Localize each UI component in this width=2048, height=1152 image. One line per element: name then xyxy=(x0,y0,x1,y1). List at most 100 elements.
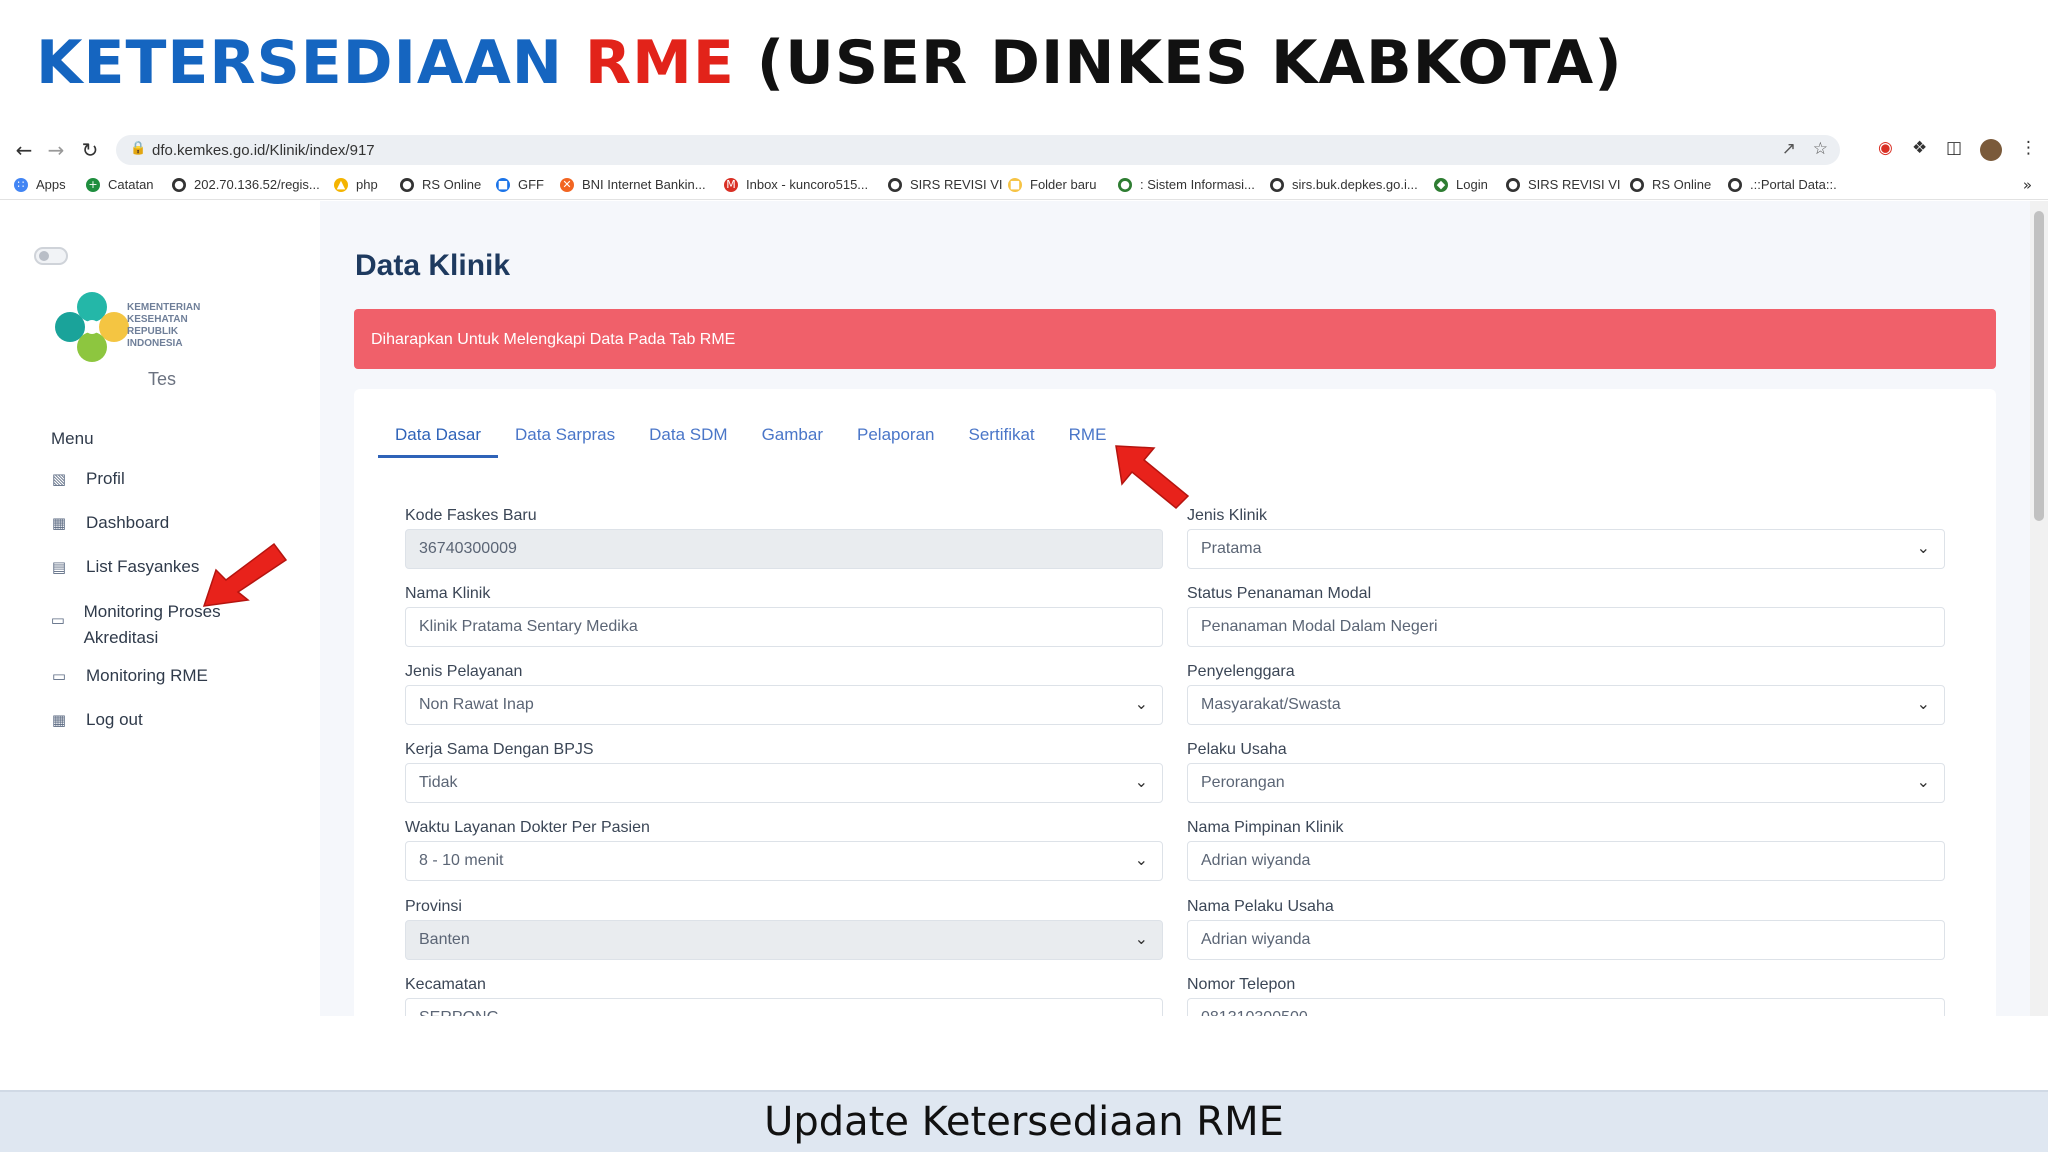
sidebar-item-monitoring-rme[interactable]: ▭ Monitoring RME xyxy=(50,663,208,689)
bookmark-item[interactable]: ■ GFF xyxy=(496,177,544,192)
field-label: Waktu Layanan Dokter Per Pasien xyxy=(405,819,650,836)
user-name: Tes xyxy=(148,369,177,389)
globe-icon: ● xyxy=(1270,177,1284,192)
field-waktu-layanan: Waktu Layanan Dokter Per Pasien 8 - 10 m… xyxy=(405,819,1163,881)
sidebar-item-dashboard[interactable]: ▦ Dashboard xyxy=(50,510,169,536)
sidebar-item-label: Log out xyxy=(86,710,143,729)
bookmark-label: Catatan xyxy=(108,177,154,192)
bookmark-item[interactable]: ●: Sistem Informasi... xyxy=(1118,177,1255,192)
field-pelaku-usaha: Pelaku Usaha Perorangan ⌄ xyxy=(1187,741,1945,803)
extension-eye-icon[interactable]: ◉ xyxy=(1878,138,1893,158)
field-label: Jenis Klinik xyxy=(1187,507,1268,524)
tab-gambar[interactable]: Gambar xyxy=(745,414,840,456)
bookmark-item[interactable]: ▲ php xyxy=(334,177,378,192)
bookmark-label: Apps xyxy=(36,177,66,192)
bookmark-label: Folder baru xyxy=(1030,177,1097,192)
annotation-arrow-icon xyxy=(202,542,288,607)
site-icon: ● xyxy=(1118,177,1132,192)
browser-toolbar: ← → ↻ 🔒 dfo.kemkes.go.id/Klinik/index/91… xyxy=(0,128,2048,172)
menu-heading: Menu xyxy=(51,429,94,448)
share-icon[interactable]: ↗ xyxy=(1782,139,1796,159)
bookmark-label: SIRS REVISI VI xyxy=(910,177,1003,192)
field-kecamatan: Kecamatan SERPONG xyxy=(405,976,1163,1016)
sidebar-toggle[interactable] xyxy=(34,247,68,265)
bookmark-item[interactable]: ● .::Portal Data::. xyxy=(1728,177,1837,192)
bookmark-item[interactable]: ■ Folder baru xyxy=(1008,177,1096,192)
field-label: Kerja Sama Dengan BPJS xyxy=(405,741,594,758)
sidebar-item-logout[interactable]: ▦ Log out xyxy=(50,707,143,733)
nomor-telepon-input[interactable]: 081310300500 xyxy=(1187,998,1945,1016)
nama-pimpinan-input[interactable]: Adrian wiyanda xyxy=(1187,841,1945,881)
field-label: Nomor Telepon xyxy=(1187,976,1296,993)
sidebar-item-label: Monitoring RME xyxy=(86,666,208,685)
bookmarks-overflow-icon[interactable]: » xyxy=(2023,176,2032,194)
chevron-down-icon: ⌄ xyxy=(1916,694,1930,713)
bookmark-item[interactable]: M Inbox - kuncoro515... xyxy=(724,177,868,192)
bookmark-item[interactable]: ● SIRS REVISI VI xyxy=(1506,177,1620,192)
logo-text: KEMENTERIAN KESEHATAN REPUBLIK INDONESIA xyxy=(127,302,201,349)
kebab-menu-icon[interactable]: ⋮ xyxy=(2020,138,2037,158)
tab-pelaporan[interactable]: Pelaporan xyxy=(840,414,952,456)
field-label: Nama Pimpinan Klinik xyxy=(1187,819,1344,836)
chevron-down-icon: ⌄ xyxy=(1134,850,1148,869)
field-jenis-klinik: Jenis Klinik Pratama ⌄ xyxy=(1187,507,1945,569)
bookmark-item[interactable]: ● 202.70.136.52/regis... xyxy=(172,177,320,192)
tab-data-dasar[interactable]: Data Dasar xyxy=(378,414,498,458)
field-label: Jenis Pelayanan xyxy=(405,663,523,680)
bookmark-item[interactable]: ∷ Apps xyxy=(14,177,66,192)
nama-pelaku-usaha-input[interactable]: Adrian wiyanda xyxy=(1187,920,1945,960)
profile-icon: ▧ xyxy=(51,470,67,488)
kerja-sama-bpjs-select[interactable]: Tidak ⌄ xyxy=(405,763,1163,803)
scrollbar-thumb[interactable] xyxy=(2034,211,2044,521)
slide-title-part1: KETERSEDIAAN xyxy=(36,28,564,98)
bookmark-item[interactable]: ✕ BNI Internet Bankin... xyxy=(560,177,706,192)
php-icon: ▲ xyxy=(334,177,348,192)
penyelenggara-select[interactable]: Masyarakat/Swasta ⌄ xyxy=(1187,685,1945,725)
globe-icon: ● xyxy=(400,177,414,192)
field-nama-klinik: Nama Klinik Klinik Pratama Sentary Medik… xyxy=(405,585,1163,647)
field-nama-pelaku-usaha: Nama Pelaku Usaha Adrian wiyanda xyxy=(1187,898,1945,960)
side-panel-icon[interactable]: ◫ xyxy=(1946,138,1962,158)
bookmark-star-icon[interactable]: ☆ xyxy=(1813,139,1828,159)
bookmark-item[interactable]: ● SIRS REVISI VI xyxy=(888,177,1002,192)
globe-icon: ● xyxy=(172,177,186,192)
page-scrollbar[interactable] xyxy=(2030,201,2048,1016)
field-label: Kode Faskes Baru xyxy=(405,507,537,524)
sidebar-item-list-fasyankes[interactable]: ▤ List Fasyankes xyxy=(50,554,199,580)
dashboard-grid-icon: ▦ xyxy=(51,514,67,532)
bookmark-item[interactable]: ● sirs.buk.depkes.go.i... xyxy=(1270,177,1418,192)
tab-data-sdm[interactable]: Data SDM xyxy=(632,414,744,456)
sidebar-item-profil[interactable]: ▧ Profil xyxy=(50,466,125,492)
shield-icon: ◆ xyxy=(1434,177,1448,192)
select-value: Perorangan xyxy=(1201,774,1285,791)
puzzle-extensions-icon[interactable]: ❖ xyxy=(1912,138,1927,158)
avatar[interactable] xyxy=(1980,139,2002,161)
field-label: Status Penanaman Modal xyxy=(1187,585,1372,602)
status-penanaman-modal-input[interactable]: Penanaman Modal Dalam Negeri xyxy=(1187,607,1945,647)
field-penyelenggara: Penyelenggara Masyarakat/Swasta ⌄ xyxy=(1187,663,1945,725)
bookmark-label: php xyxy=(356,177,378,192)
select-value: Pratama xyxy=(1201,540,1262,557)
reload-icon[interactable]: ↻ xyxy=(76,136,104,164)
waktu-layanan-select[interactable]: 8 - 10 menit ⌄ xyxy=(405,841,1163,881)
bookmark-item[interactable]: ● RS Online xyxy=(1630,177,1711,192)
folder-icon: ■ xyxy=(1008,177,1022,192)
field-kode-faskes: Kode Faskes Baru 36740300009 xyxy=(405,507,1163,569)
forward-arrow-icon[interactable]: → xyxy=(42,136,70,164)
kecamatan-input[interactable]: SERPONG xyxy=(405,998,1163,1016)
gmail-icon: M xyxy=(724,177,738,192)
pelaku-usaha-select[interactable]: Perorangan ⌄ xyxy=(1187,763,1945,803)
nama-klinik-input[interactable]: Klinik Pratama Sentary Medika xyxy=(405,607,1163,647)
tab-bar: Data Dasar Data Sarpras Data SDM Gambar … xyxy=(378,414,1123,458)
bookmark-item[interactable]: ◆ Login xyxy=(1434,177,1488,192)
tab-sertifikat[interactable]: Sertifikat xyxy=(952,414,1052,456)
jenis-klinik-select[interactable]: Pratama ⌄ xyxy=(1187,529,1945,569)
bookmark-item[interactable]: ● RS Online xyxy=(400,177,481,192)
slide-title-part2: RME xyxy=(584,28,735,98)
bookmark-item[interactable]: + Catatan xyxy=(86,177,154,192)
jenis-pelayanan-select[interactable]: Non Rawat Inap ⌄ xyxy=(405,685,1163,725)
tab-data-sarpras[interactable]: Data Sarpras xyxy=(498,414,632,456)
address-bar[interactable]: 🔒 dfo.kemkes.go.id/Klinik/index/917 ↗ ☆ xyxy=(116,135,1840,165)
chevron-down-icon: ⌄ xyxy=(1916,772,1930,791)
back-arrow-icon[interactable]: ← xyxy=(10,136,38,164)
